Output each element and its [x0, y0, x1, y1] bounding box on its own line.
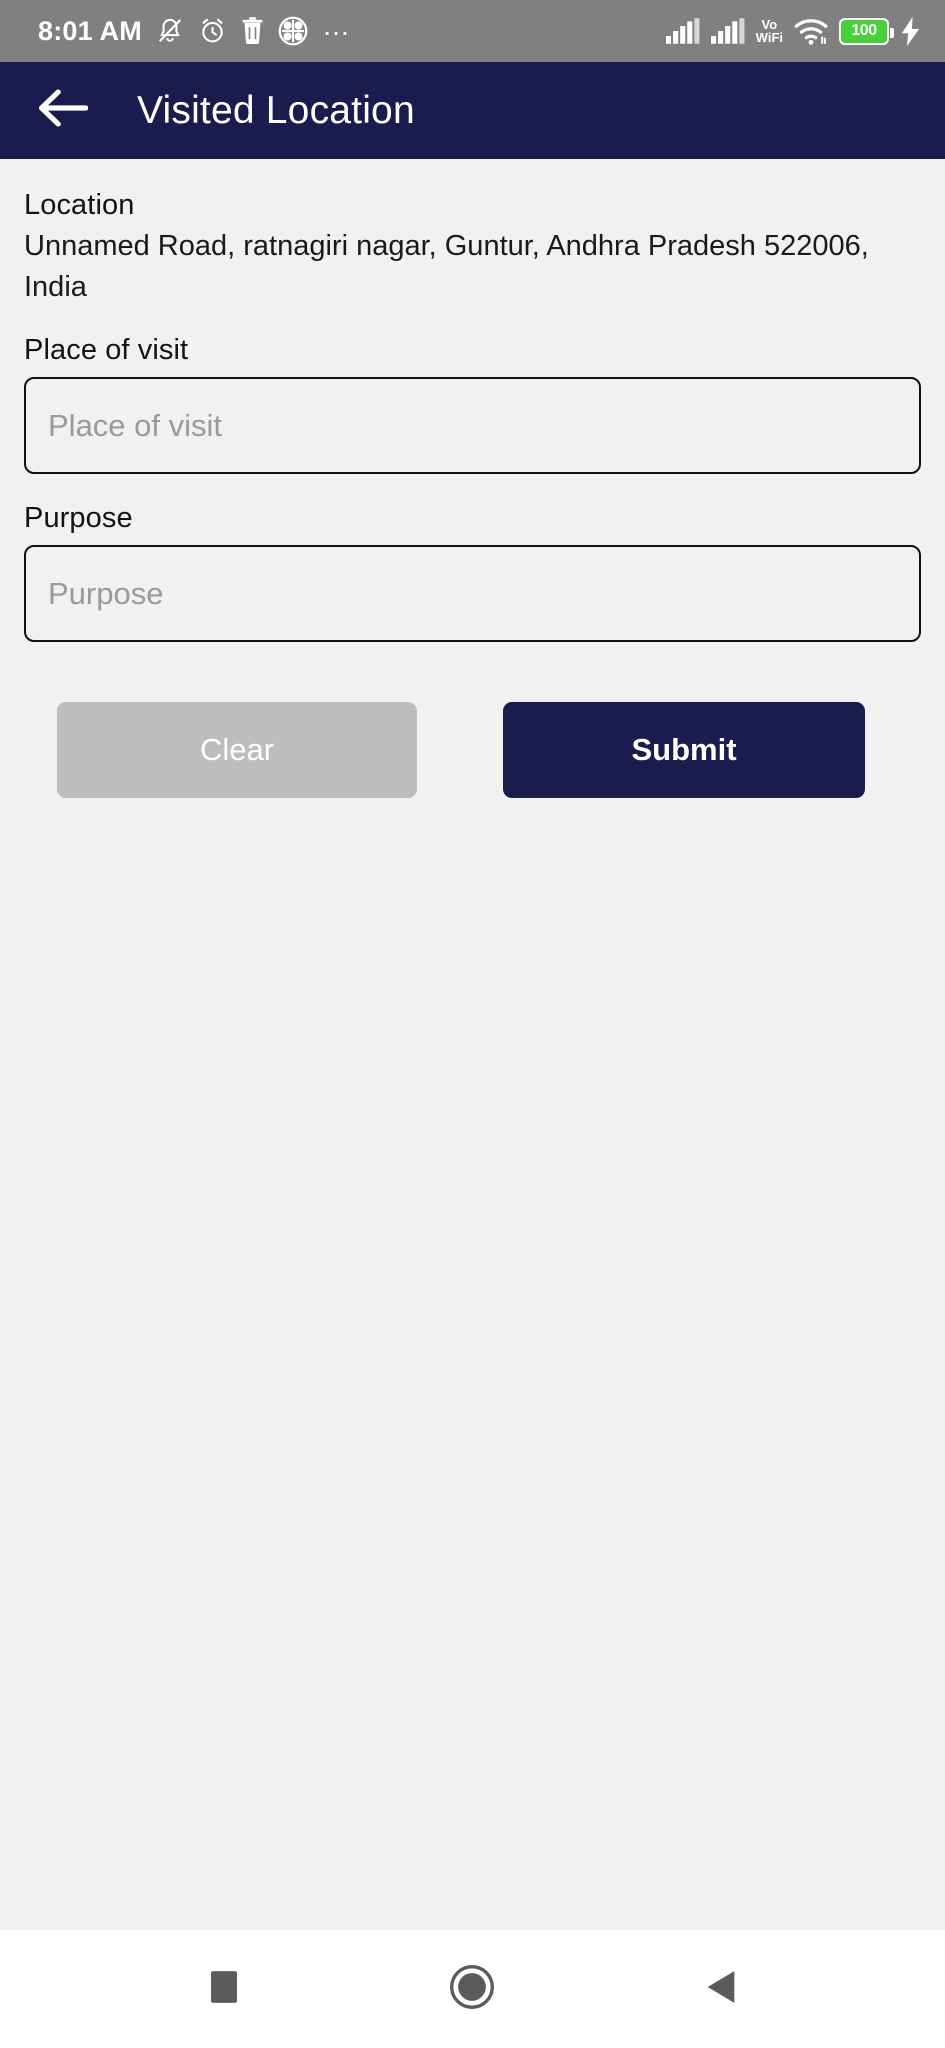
- form-content: Location Unnamed Road, ratnagiri nagar, …: [0, 159, 945, 1930]
- status-bar: 8:01 AM … Vo WiFi 100: [0, 0, 945, 62]
- submit-button[interactable]: Submit: [503, 702, 865, 798]
- alarm-clock-icon: [198, 16, 227, 46]
- arrow-left-icon: [38, 89, 89, 132]
- wifi-icon: [794, 17, 828, 45]
- action-button-row: Clear Submit: [24, 702, 921, 798]
- back-button-nav[interactable]: [676, 1944, 766, 2034]
- charging-bolt-icon: [900, 16, 921, 46]
- recents-button[interactable]: [179, 1944, 269, 2034]
- triangle-back-icon: [706, 1970, 736, 2009]
- battery-level: 100: [851, 22, 877, 39]
- signal-bars-1-icon: [665, 18, 700, 44]
- status-time: 8:01 AM: [38, 15, 142, 46]
- app-grid-icon: [278, 16, 308, 46]
- status-bar-right: Vo WiFi 100: [665, 16, 921, 46]
- status-bar-left: 8:01 AM …: [38, 10, 353, 47]
- bell-muted-icon: [156, 16, 184, 46]
- home-button[interactable]: [427, 1944, 517, 2034]
- clear-button[interactable]: Clear: [57, 702, 417, 798]
- square-recents-icon: [211, 1970, 238, 2008]
- place-of-visit-label: Place of visit: [24, 334, 189, 366]
- vowifi-line-2: WiFi: [755, 30, 783, 45]
- circle-home-icon: [450, 1964, 495, 2014]
- place-of-visit-input[interactable]: [24, 377, 921, 474]
- location-label: Location: [24, 189, 135, 221]
- purpose-input[interactable]: [24, 545, 921, 642]
- signal-bars-2-icon: [710, 18, 745, 44]
- battery-icon: 100: [839, 17, 894, 45]
- location-value: Unnamed Road, ratnagiri nagar, Guntur, A…: [24, 230, 869, 303]
- app-bar: Visited Location: [0, 62, 945, 159]
- android-navigation-bar: [0, 1930, 945, 2048]
- trash-icon: [241, 16, 264, 46]
- page-title: Visited Location: [137, 88, 415, 132]
- more-dots-icon: …: [321, 10, 353, 41]
- vowifi-icon: Vo WiFi: [756, 18, 783, 44]
- purpose-label: Purpose: [24, 502, 133, 534]
- back-button[interactable]: [34, 82, 92, 140]
